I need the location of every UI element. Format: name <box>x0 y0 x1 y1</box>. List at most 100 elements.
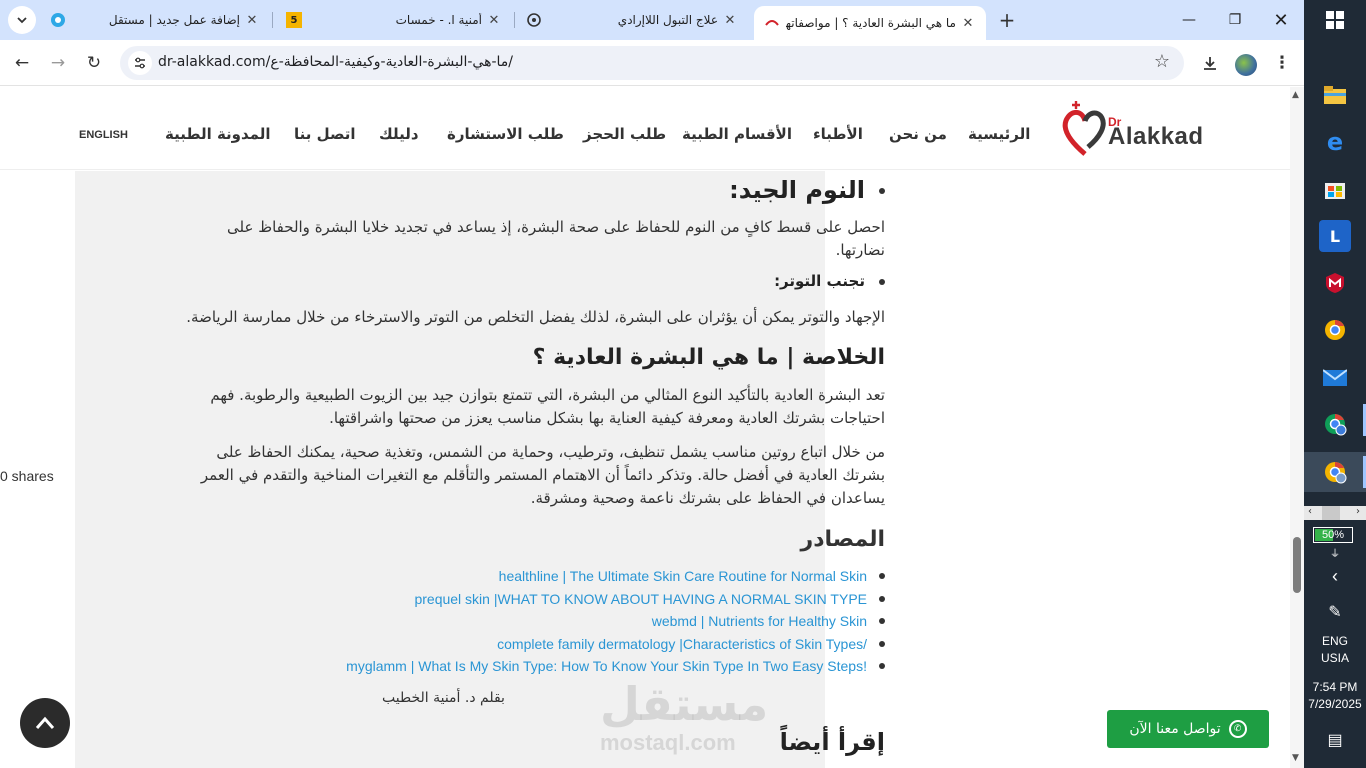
close-icon[interactable]: ✕ <box>486 12 502 28</box>
chevron-down-icon <box>17 17 27 24</box>
taskbar-scroller[interactable]: ‹ › <box>1304 506 1366 520</box>
browser-tab-strip: ✕ إضافة عمل جديد | مستقل ✕ أمنية ا. - خم… <box>0 0 1304 40</box>
stress-paragraph: الإجهاد والتوتر يمكن أن يؤثران على البشر… <box>186 308 885 326</box>
site-info-icon[interactable] <box>128 51 152 75</box>
close-icon[interactable]: ✕ <box>722 12 738 28</box>
download-icon <box>1204 57 1216 70</box>
downloads-button[interactable] <box>1196 49 1224 77</box>
chevron-up-icon <box>35 716 55 729</box>
whatsapp-icon: ✆ <box>1228 720 1247 738</box>
source-link-complete-family[interactable]: complete family dermatology |Characteris… <box>346 633 885 656</box>
battery-indicator[interactable]: 50% <box>1313 527 1353 543</box>
windows-start-button[interactable] <box>1319 4 1351 36</box>
nav-home[interactable]: الرئيسية <box>968 125 1030 143</box>
openai-favicon-icon <box>526 12 542 28</box>
chrome-icon[interactable] <box>1319 314 1351 346</box>
nav-booking[interactable]: طلب الحجز <box>583 125 666 143</box>
microsoft-store-icon[interactable] <box>1319 173 1351 205</box>
source-link-text[interactable]: complete family dermatology |Characteris… <box>497 636 867 652</box>
scrollbar-thumb[interactable] <box>1293 537 1301 593</box>
new-tab-button[interactable]: + <box>995 8 1019 32</box>
watermark-en: mostaql.com <box>600 730 736 755</box>
source-link-prequel[interactable]: prequel skin |WHAT TO KNOW ABOUT HAVING … <box>346 588 885 611</box>
restore-button[interactable]: ❐ <box>1212 0 1258 40</box>
sources-list: healthline | The Ultimate Skin Care Rout… <box>346 565 885 678</box>
avatar <box>1235 53 1257 76</box>
khamsat-favicon-icon: 5 <box>286 12 302 28</box>
close-icon[interactable]: ✕ <box>244 12 260 28</box>
language-indicator-line1[interactable]: ENG <box>1304 634 1366 648</box>
source-link-healthline[interactable]: healthline | The Ultimate Skin Care Rout… <box>346 565 885 588</box>
page-scrollbar[interactable]: ▲ ▼ <box>1290 87 1304 768</box>
edge-browser-icon[interactable]: e <box>1319 126 1351 158</box>
mail-icon[interactable] <box>1319 361 1351 393</box>
mcafee-icon[interactable] <box>1319 267 1351 299</box>
tab-mostaql[interactable]: ✕ إضافة عمل جديد | مستقل <box>40 6 270 34</box>
taskbar-scroller-thumb[interactable] <box>1322 506 1340 520</box>
minimize-button[interactable]: — <box>1166 0 1212 40</box>
bullet <box>879 188 885 194</box>
nav-blog[interactable]: المدونة الطبية <box>165 125 271 143</box>
chrome-profile-icon[interactable] <box>1319 408 1351 440</box>
notifications-icon[interactable]: ▤ <box>1304 730 1366 750</box>
clock-date[interactable]: 7/29/2025 <box>1304 697 1366 711</box>
site-logo[interactable]: Dr Alakkad <box>1060 99 1210 159</box>
watermark-ar: مستقل <box>600 677 769 731</box>
summary-heading: الخلاصة | ما هي البشرة العادية ؟ <box>532 345 885 370</box>
clock-time[interactable]: 7:54 PM <box>1304 680 1366 694</box>
profile-button[interactable] <box>1232 49 1260 77</box>
tab-separator <box>272 12 273 28</box>
close-icon[interactable]: ✕ <box>960 15 976 31</box>
mostaql-watermark: مستقل mostaql.com <box>600 678 768 756</box>
source-link-text[interactable]: prequel skin |WHAT TO KNOW ABOUT HAVING … <box>414 591 867 607</box>
language-switch-link[interactable]: ENGLISH <box>79 129 128 141</box>
forward-button[interactable]: → <box>44 49 72 77</box>
close-window-button[interactable]: ✕ <box>1258 0 1304 40</box>
scroll-up-arrow-icon[interactable]: ▲ <box>1292 90 1299 100</box>
mostaql-favicon-icon <box>50 12 66 28</box>
chevron-right-icon[interactable]: › <box>1356 506 1360 517</box>
scroll-to-top-button[interactable] <box>20 698 70 748</box>
scroll-down-arrow-icon[interactable]: ▼ <box>1292 753 1299 763</box>
nav-guide[interactable]: دليلك <box>379 125 419 143</box>
tab-separator <box>514 12 515 28</box>
nav-contact[interactable]: اتصل بنا <box>294 125 356 143</box>
tab-khamsat[interactable]: ✕ أمنية ا. - خمسات 5 <box>276 6 512 34</box>
source-link-webmd[interactable]: webmd | Nutrients for Healthy Skin <box>346 610 885 633</box>
bookmark-star-icon[interactable]: ☆ <box>1154 51 1170 72</box>
file-explorer-icon[interactable] <box>1319 79 1351 111</box>
nav-doctors[interactable]: الأطباء <box>813 125 863 143</box>
tab-normal-skin-active[interactable]: ✕ ما هي البشرة العادية ؟ | مواصفاتها <box>754 6 986 40</box>
browser-toolbar: ← → ↻ dr-alakkad.com/ما-هي-البشرة-العادي… <box>0 40 1304 86</box>
pen-icon[interactable]: ✎ <box>1304 602 1366 622</box>
back-button[interactable]: ← <box>8 49 36 77</box>
bullet <box>879 595 885 602</box>
source-link-text[interactable]: healthline | The Ultimate Skin Care Rout… <box>499 568 867 584</box>
chevron-left-tray-icon[interactable]: ‹ <box>1304 566 1366 587</box>
address-bar[interactable]: dr-alakkad.com/ما-هي-البشرة-العادية-وكيف… <box>120 46 1184 80</box>
nav-consultation[interactable]: طلب الاستشارة <box>447 125 564 143</box>
source-link-myglamm[interactable]: myglamm | What Is My Skin Type: How To K… <box>346 655 885 678</box>
source-link-text[interactable]: myglamm | What Is My Skin Type: How To K… <box>346 658 867 674</box>
sources-heading: المصادر <box>800 527 885 552</box>
tab-title: علاج التبول اللاإرادي <box>617 13 718 27</box>
bullet <box>879 278 885 285</box>
chrome-active-window-icon[interactable] <box>1319 456 1351 488</box>
browser-menu-button[interactable]: ⋮ <box>1268 49 1296 77</box>
stress-heading-text: تجنب التوتر: <box>774 272 865 290</box>
tab-enuresis[interactable]: ✕ علاج التبول اللاإرادي <box>516 6 748 34</box>
reload-button[interactable]: ↻ <box>80 49 108 77</box>
chevron-left-icon[interactable]: ‹ <box>1308 506 1312 517</box>
whatsapp-label: تواصل معنا الآن <box>1129 721 1221 737</box>
app-l-icon[interactable]: L <box>1319 220 1351 252</box>
nav-about[interactable]: من نحن <box>889 125 947 143</box>
windows-logo-icon <box>1326 11 1344 29</box>
whatsapp-contact-button[interactable]: ✆ تواصل معنا الآن <box>1107 710 1269 748</box>
heart-logo-icon <box>1062 101 1106 156</box>
nav-departments[interactable]: الأقسام الطبية <box>682 125 792 143</box>
language-indicator-line2[interactable]: USIA <box>1304 651 1366 665</box>
tab-title: أمنية ا. - خمسات <box>395 13 482 27</box>
tab-search-button[interactable] <box>8 6 36 34</box>
source-link-text[interactable]: webmd | Nutrients for Healthy Skin <box>652 613 867 629</box>
bullet <box>879 573 885 580</box>
